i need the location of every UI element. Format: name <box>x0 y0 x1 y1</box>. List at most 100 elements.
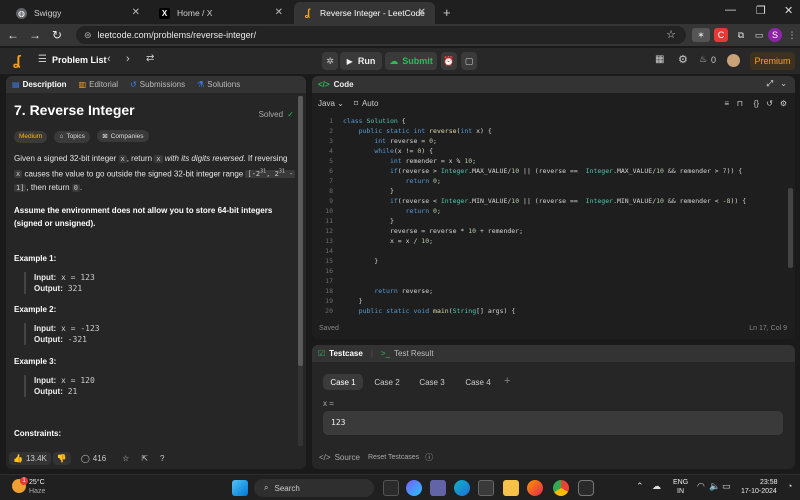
folder-icon[interactable] <box>503 480 519 496</box>
case-tab-4[interactable]: Case 4 <box>458 374 498 390</box>
sidebar-icon[interactable]: ▭ <box>752 28 766 42</box>
puzzle-icon[interactable]: ⧉ <box>734 28 748 42</box>
help-icon[interactable]: ? <box>160 454 164 463</box>
profile-avatar[interactable]: S <box>768 28 782 42</box>
tab-testcase[interactable]: Testcase <box>329 349 363 358</box>
code-line[interactable]: 19 } <box>312 296 782 306</box>
notes-button[interactable]: ▢ <box>461 52 477 70</box>
extension-icon[interactable]: C <box>714 28 728 42</box>
collapse-icon[interactable]: ⌄ <box>780 79 787 88</box>
browser-tab-swiggy[interactable]: ◍ Swiggy ✕ <box>8 2 149 24</box>
firefox-icon[interactable] <box>527 480 543 496</box>
auto-label[interactable]: Auto <box>362 99 378 108</box>
site-info-icon[interactable]: ⊜ <box>84 30 92 41</box>
code-line[interactable]: 1 class Solution { <box>312 116 782 126</box>
tab-editorial[interactable]: ▥ Editorial <box>79 80 118 89</box>
code-line[interactable]: 11 } <box>312 216 782 226</box>
file-explorer-icon[interactable] <box>383 480 399 496</box>
testcase-input[interactable]: 123 <box>323 411 783 435</box>
tab-solutions[interactable]: ⚗ Solutions <box>197 80 240 89</box>
timer-button[interactable]: ⏰ <box>441 52 457 70</box>
layout-icon[interactable]: ▦ <box>655 54 664 65</box>
shuffle-icon[interactable]: ⇄ <box>146 53 154 64</box>
topics-chip[interactable]: ⌂ Topics <box>54 130 90 143</box>
premium-button[interactable]: Premium <box>750 52 795 70</box>
windows-start-icon[interactable] <box>232 480 248 496</box>
close-icon[interactable]: ✕ <box>418 7 426 18</box>
forward-icon[interactable]: → <box>24 28 46 42</box>
help-icon[interactable]: ⓘ <box>425 452 433 463</box>
run-button[interactable]: ▶ Run <box>340 52 382 70</box>
companies-chip[interactable]: ⊠ Companies <box>97 130 149 142</box>
user-avatar[interactable] <box>727 54 740 67</box>
code-line[interactable]: 14 <box>312 246 782 256</box>
reset-testcases-link[interactable]: Reset Testcases <box>368 454 419 461</box>
add-case-icon[interactable]: + <box>504 375 510 387</box>
extension-icon[interactable]: ✶ <box>692 28 710 42</box>
description-scrollbar-thumb[interactable] <box>298 96 303 366</box>
code-line[interactable]: 5 int remender = x % 10; <box>312 156 782 166</box>
code-line[interactable]: 12 reverse = reverse * 10 + remender; <box>312 226 782 236</box>
wifi-icon[interactable]: ◠ <box>697 481 705 492</box>
bookmark-star-icon[interactable]: ☆ <box>666 28 676 41</box>
code-line[interactable]: 20 public static void main(String[] args… <box>312 306 782 316</box>
code-line[interactable]: 3 int reverse = 0; <box>312 136 782 146</box>
close-icon[interactable]: ✕ <box>132 7 140 18</box>
copilot-icon[interactable] <box>406 480 422 496</box>
store-icon[interactable] <box>478 480 494 496</box>
star-icon[interactable]: ☆ <box>122 454 129 463</box>
code-line[interactable]: 17 <box>312 276 782 286</box>
streak-fire-icon[interactable]: ♨ <box>699 54 707 65</box>
code-line[interactable]: 9 if(reverse < Integer.MIN_VALUE/10 || (… <box>312 196 782 206</box>
teams-icon[interactable] <box>430 480 446 496</box>
cloud-icon[interactable]: ☁ <box>652 481 661 492</box>
code-tab-label[interactable]: Code <box>334 80 354 89</box>
case-tab-3[interactable]: Case 3 <box>412 374 452 390</box>
braces-icon[interactable]: {} <box>754 99 759 108</box>
notification-bell-icon[interactable]: ◔ <box>787 481 792 491</box>
code-line[interactable]: 15 } <box>312 256 782 266</box>
leetcode-logo-icon[interactable]: ʆ <box>13 52 21 68</box>
problem-title[interactable]: 7. Reverse Integer <box>14 102 296 118</box>
code-line[interactable]: 18 return reverse; <box>312 286 782 296</box>
language-line-1[interactable]: ENG <box>673 479 688 486</box>
bookmark-icon[interactable]: ⊓ <box>737 99 743 108</box>
expand-icon[interactable]: ⤢ <box>767 79 773 89</box>
back-icon[interactable]: ← <box>2 28 24 42</box>
case-tab-1[interactable]: Case 1 <box>323 374 363 390</box>
close-icon[interactable]: ✕ <box>275 7 283 18</box>
list-icon[interactable]: ☰ <box>38 54 47 65</box>
taskbar-search[interactable]: ⌕ Search <box>254 479 374 497</box>
prev-problem-icon[interactable]: ‹ <box>107 53 111 65</box>
format-icon[interactable]: ≡ <box>724 99 729 108</box>
code-line[interactable]: 16 <box>312 266 782 276</box>
debug-button[interactable]: ✲ <box>322 52 338 70</box>
new-tab-icon[interactable]: + <box>443 5 451 20</box>
app-icon[interactable] <box>578 480 594 496</box>
code-line[interactable]: 6 if(reverse > Integer.MAX_VALUE/10 || (… <box>312 166 782 176</box>
code-line[interactable]: 8 } <box>312 186 782 196</box>
clock-time[interactable]: 23:58 <box>760 479 778 486</box>
code-line[interactable]: 4 while(x != 0) { <box>312 146 782 156</box>
settings-gear-icon[interactable]: ⚙ <box>678 53 688 66</box>
source-link[interactable]: Source <box>335 453 360 462</box>
tab-submissions[interactable]: ↺ Submissions <box>130 80 185 89</box>
code-line[interactable]: 13 x = x / 10; <box>312 236 782 246</box>
submit-button[interactable]: ☁ Submit <box>385 52 437 70</box>
problem-list-link[interactable]: Problem List <box>52 55 107 65</box>
code-line[interactable]: 10 return 0; <box>312 206 782 216</box>
reset-icon[interactable]: ↺ <box>766 99 773 108</box>
case-tab-2[interactable]: Case 2 <box>367 374 407 390</box>
browser-tab-x[interactable]: X Home / X ✕ <box>151 2 292 24</box>
share-icon[interactable]: ⇱ <box>141 454 148 463</box>
settings-icon[interactable]: ⚙ <box>780 99 787 108</box>
chrome-icon[interactable] <box>553 480 569 496</box>
url-field[interactable]: ⊜ leetcode.com/problems/reverse-integer/… <box>76 26 686 44</box>
edge-icon[interactable] <box>454 480 470 496</box>
code-editor[interactable]: 1 class Solution {2 public static int rev… <box>312 116 795 321</box>
dislike-button[interactable]: 👎 <box>52 451 71 465</box>
code-line[interactable]: 2 public static int reverse(int x) { <box>312 126 782 136</box>
maximize-icon[interactable]: ❐ <box>756 4 766 17</box>
language-select[interactable]: Java ⌄ <box>318 99 344 108</box>
code-line[interactable]: 7 return 0; <box>312 176 782 186</box>
